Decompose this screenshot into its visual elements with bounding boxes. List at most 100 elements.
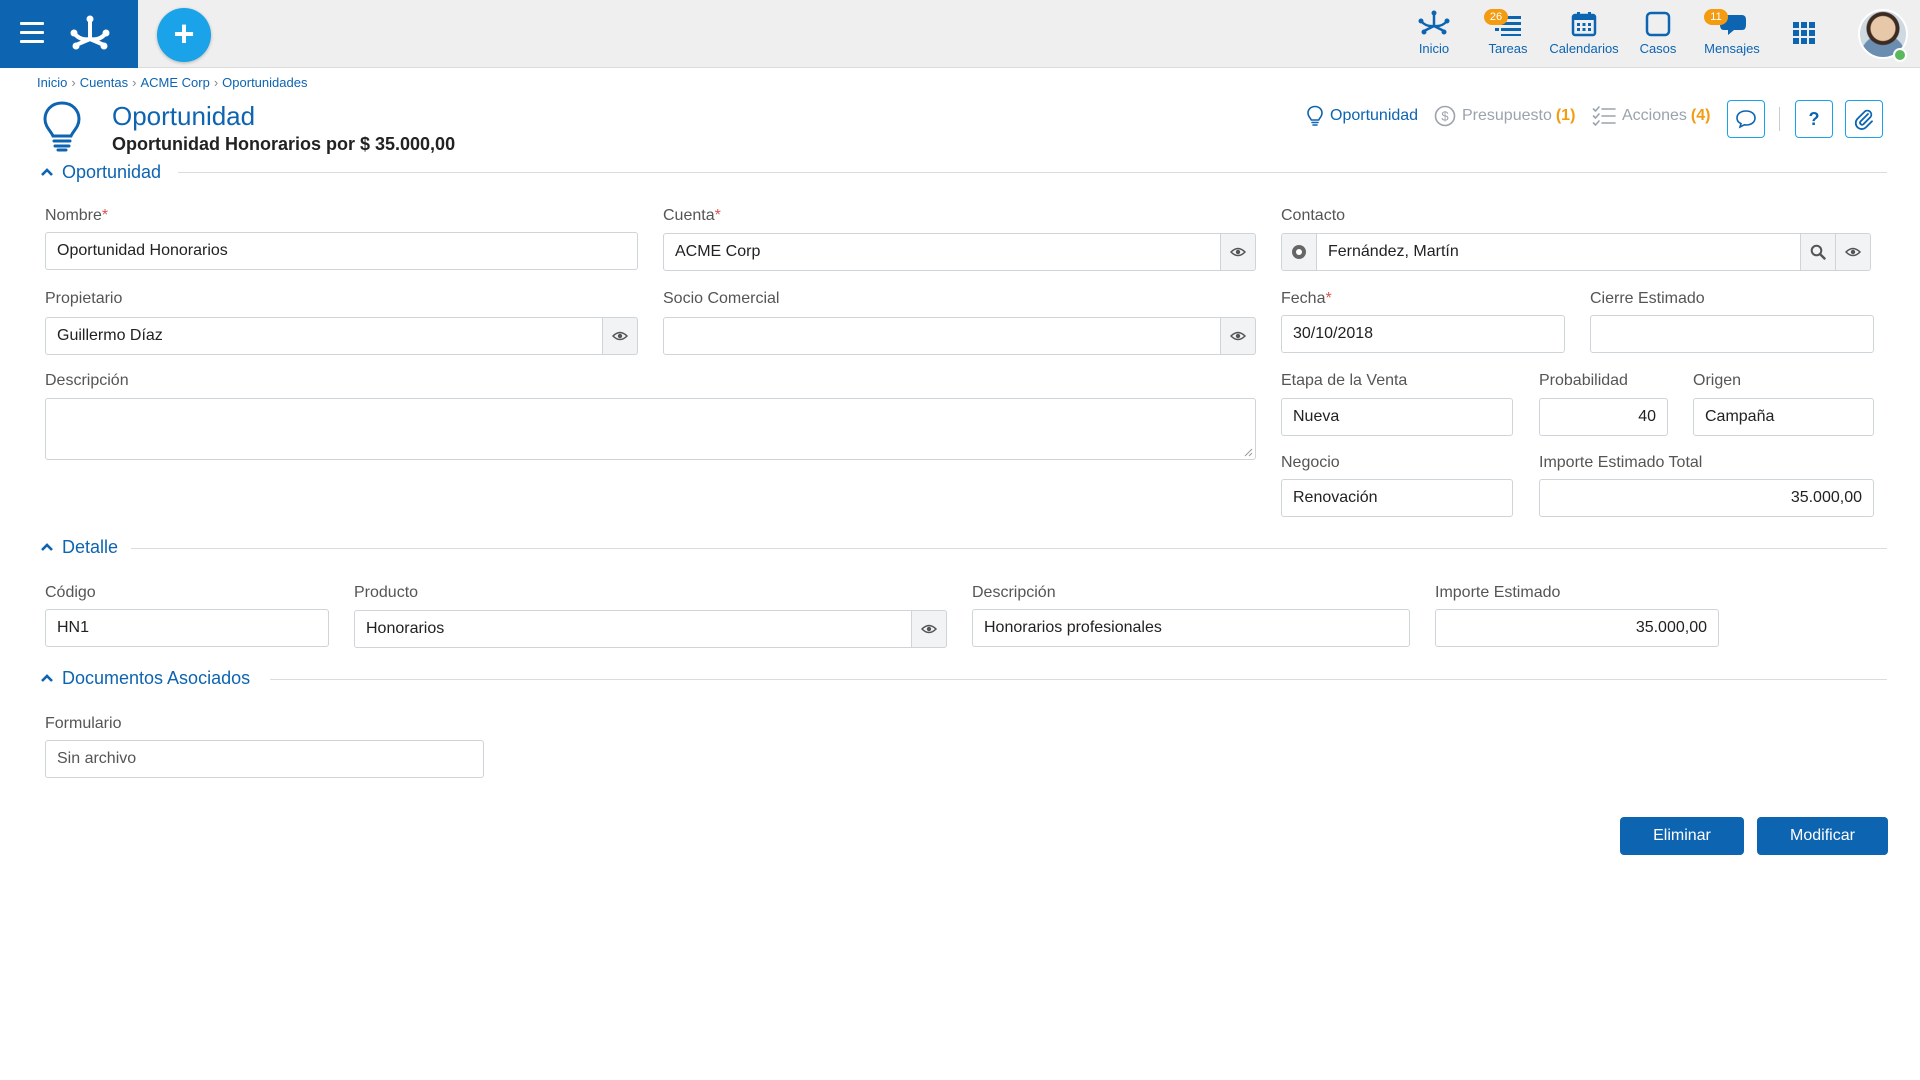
svg-text:$: $ (1441, 109, 1449, 124)
add-button[interactable]: + (157, 8, 211, 62)
attachments-button[interactable] (1845, 100, 1883, 138)
section-title: Detalle (62, 536, 119, 557)
probabilidad-label: Probabilidad (1539, 372, 1628, 389)
nombre-input[interactable]: Oportunidad Honorarios (45, 232, 638, 270)
lightbulb-icon (1306, 105, 1324, 127)
tab-oportunidad-label: Oportunidad (1330, 107, 1419, 124)
fecha-label: Fecha* (1281, 290, 1332, 307)
divider (1779, 107, 1780, 131)
socio-comercial-input[interactable] (663, 317, 1221, 355)
etapa-venta-input[interactable]: Nueva (1281, 398, 1513, 436)
cierre-estimado-input[interactable] (1590, 315, 1874, 353)
help-button[interactable]: ? (1795, 100, 1833, 138)
help-icon: ? (1808, 108, 1820, 129)
messages-badge: 11 (1704, 9, 1728, 25)
app-logo-icon[interactable] (68, 13, 112, 55)
descripcion-label: Descripción (45, 372, 129, 389)
producto-input[interactable]: Honorarios (354, 610, 912, 648)
apps-grid-icon[interactable] (1793, 22, 1817, 46)
formulario-label: Formulario (45, 715, 122, 732)
propietario-input[interactable]: Guillermo Díaz (45, 317, 603, 355)
nav-label: Inicio (1418, 41, 1450, 56)
breadcrumb-oportunidades[interactable]: Oportunidades (222, 75, 307, 90)
contacto-label: Contacto (1281, 207, 1346, 224)
codigo-input[interactable]: HN1 (45, 609, 329, 647)
nav-label: Casos (1639, 41, 1677, 56)
messages-icon: 11 (1700, 9, 1764, 38)
nav-casos[interactable]: Casos (1636, 10, 1680, 60)
breadcrumb-separator: › (71, 75, 76, 90)
eye-icon (1230, 331, 1246, 341)
eye-icon (1845, 247, 1861, 257)
importe-total-input[interactable]: 35.000,00 (1539, 479, 1874, 517)
view-contacto-button[interactable] (1835, 233, 1871, 271)
section-oportunidad-header[interactable]: Oportunidad (40, 160, 161, 184)
tasks-icon: 26 (1484, 9, 1532, 38)
propietario-label: Propietario (45, 290, 123, 307)
breadcrumb-cuentas[interactable]: Cuentas (80, 75, 128, 90)
breadcrumb-acme-corp[interactable]: ACME Corp (140, 75, 209, 90)
probabilidad-input[interactable]: 40 (1539, 398, 1668, 436)
fecha-input[interactable]: 30/10/2018 (1281, 315, 1565, 353)
importe-estimado-label: Importe Estimado (1435, 584, 1561, 601)
breadcrumb: Inicio › Cuentas › ACME Corp › Oportunidades (37, 75, 307, 90)
cuenta-label: Cuenta* (663, 207, 721, 224)
view-socio-button[interactable] (1220, 317, 1256, 355)
section-documentos-header[interactable]: Documentos Asociados (40, 666, 250, 690)
eye-icon (612, 331, 628, 341)
producto-label: Producto (354, 584, 419, 601)
negocio-input[interactable]: Renovación (1281, 479, 1513, 517)
origen-input[interactable]: Campaña (1693, 398, 1874, 436)
breadcrumb-inicio[interactable]: Inicio (37, 75, 67, 90)
cases-icon (1636, 10, 1680, 38)
nav-mensajes[interactable]: 11 Mensajes (1700, 9, 1764, 60)
page-title: Oportunidad (112, 101, 256, 131)
calendar-icon (1546, 10, 1622, 38)
nav-calendarios[interactable]: Calendarios (1546, 10, 1622, 60)
top-bar: + Inicio 26 Tareas Calendarios Casos 11 … (0, 0, 1920, 68)
resize-handle-icon[interactable] (1243, 447, 1253, 457)
nav-tareas[interactable]: 26 Tareas (1484, 9, 1532, 60)
view-producto-button[interactable] (911, 610, 947, 648)
search-contacto-button[interactable] (1800, 233, 1836, 271)
view-propietario-button[interactable] (602, 317, 638, 355)
nav-label: Mensajes (1704, 41, 1760, 56)
importe-total-label: Importe Estimado Total (1539, 454, 1703, 471)
search-icon (1810, 244, 1826, 260)
contacto-input[interactable]: Fernández, Martín (1316, 233, 1801, 271)
checklist-icon (1592, 105, 1616, 127)
etapa-venta-label: Etapa de la Venta (1281, 372, 1408, 389)
section-detalle-header[interactable]: Detalle (40, 535, 118, 559)
paperclip-icon (1854, 109, 1873, 130)
chevron-up-icon (40, 542, 54, 552)
tab-acciones[interactable]: Acciones (4) (1592, 104, 1710, 128)
eye-icon (921, 624, 937, 634)
detalle-descripcion-input[interactable]: Honorarios profesionales (972, 609, 1410, 647)
tab-presupuesto-label: Presupuesto (1462, 107, 1552, 124)
detalle-descripcion-label: Descripción (972, 584, 1056, 601)
lightbulb-icon (43, 101, 81, 152)
menu-icon[interactable] (20, 22, 44, 44)
dollar-icon: $ (1434, 105, 1456, 127)
formulario-file-input[interactable]: Sin archivo (45, 740, 484, 778)
eliminar-button[interactable]: Eliminar (1620, 817, 1744, 855)
section-title: Oportunidad (62, 161, 162, 182)
modificar-button[interactable]: Modificar (1757, 817, 1888, 855)
tab-presupuesto[interactable]: $ Presupuesto (1) (1434, 104, 1575, 128)
nombre-label: Nombre* (45, 207, 109, 224)
nav-label: Calendarios (1549, 41, 1619, 56)
descripcion-textarea[interactable] (45, 398, 1256, 460)
chevron-up-icon (40, 167, 54, 177)
importe-estimado-input[interactable]: 35.000,00 (1435, 609, 1719, 647)
cierre-estimado-label: Cierre Estimado (1590, 290, 1705, 307)
section-divider (131, 548, 1887, 549)
comments-button[interactable] (1727, 100, 1765, 138)
cuenta-input[interactable]: ACME Corp (663, 233, 1221, 271)
nav-inicio[interactable]: Inicio (1410, 10, 1458, 60)
section-divider (178, 172, 1887, 173)
view-cuenta-button[interactable] (1220, 233, 1256, 271)
tab-oportunidad[interactable]: Oportunidad (1306, 104, 1418, 128)
negocio-label: Negocio (1281, 454, 1340, 471)
presupuesto-count: (1) (1555, 107, 1576, 124)
nav-label: Tareas (1488, 41, 1528, 56)
